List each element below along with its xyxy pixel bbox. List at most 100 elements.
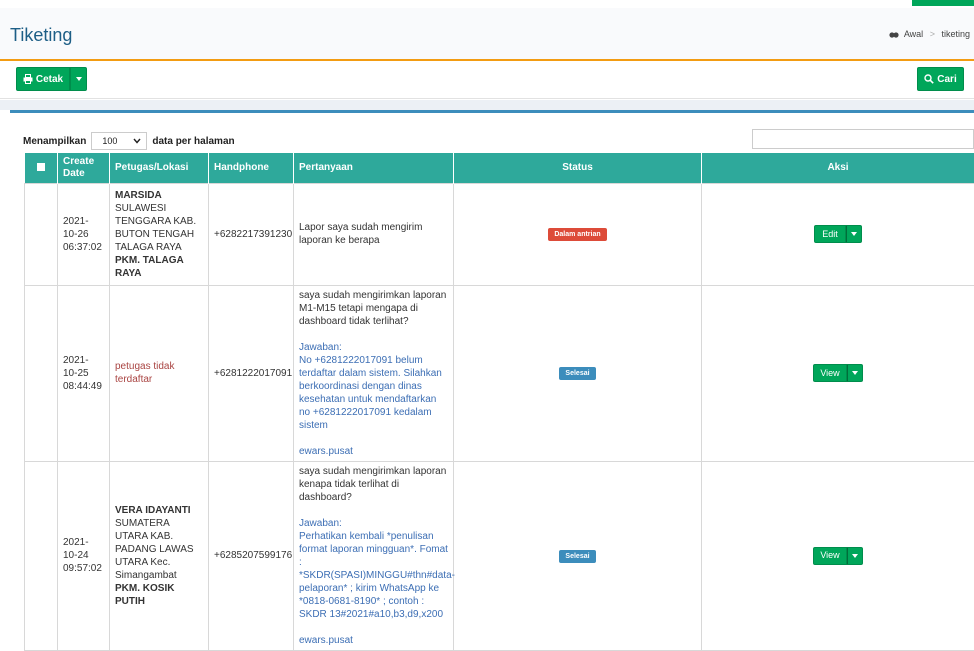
- page-length-prefix: Menampilkan: [23, 136, 86, 147]
- create-date-cell: 2021- 10-24 09:57:02: [58, 461, 110, 650]
- print-button[interactable]: Cetak: [16, 67, 70, 91]
- edit-button[interactable]: Edit: [814, 225, 846, 243]
- action-dropdown-toggle[interactable]: [846, 225, 862, 243]
- row-select-cell[interactable]: [25, 461, 58, 650]
- create-date-time: 06:37:02: [63, 242, 102, 253]
- print-icon: [23, 74, 33, 84]
- create-date-day: 10-24: [63, 550, 89, 561]
- create-date-year: 2021-: [63, 537, 89, 548]
- content-gap: [0, 100, 974, 110]
- action-button-group: View: [813, 364, 863, 382]
- print-button-label: Cetak: [36, 74, 63, 85]
- phone-cell: +6285207599176: [209, 461, 294, 650]
- row-select-cell[interactable]: [25, 183, 58, 285]
- officer-cell: petugas tidak terdaftar: [110, 285, 209, 461]
- answer-label: Jawaban:: [299, 342, 342, 353]
- create-date-time: 08:44:49: [63, 381, 102, 392]
- answered-by: ewars.pusat: [299, 446, 353, 457]
- status-cell: Selesai: [454, 461, 702, 650]
- table-header-row: Create Date Petugas/Lokasi Handphone Per…: [25, 153, 974, 183]
- action-cell: Edit: [702, 183, 974, 285]
- select-all-header: [25, 153, 58, 183]
- answer-text: No +6281222017091 belum terdaftar dalam …: [299, 355, 442, 431]
- view-button[interactable]: View: [813, 547, 847, 565]
- page-length-value: 100: [102, 136, 117, 146]
- status-cell: Dalam antrian: [454, 183, 702, 285]
- create-date-year: 2021-: [63, 216, 89, 227]
- breadcrumb: Awal > tiketing: [889, 29, 970, 39]
- create-date-time: 09:57:02: [63, 563, 102, 574]
- search-button-label: Cari: [937, 74, 956, 85]
- caret-down-icon: [852, 371, 858, 375]
- action-cell: View: [702, 285, 974, 461]
- content-header: Tiketing Awal > tiketing: [0, 8, 974, 60]
- question-cell: Lapor saya sudah mengirim laporan ke ber…: [294, 183, 454, 285]
- page-length-control: Menampilkan 100 data per halaman: [23, 132, 235, 150]
- ticket-table-box: Menampilkan 100 data per halaman Create: [10, 110, 974, 620]
- column-header-phone[interactable]: Handphone: [209, 153, 294, 183]
- question-text: saya sudah mengirimkan laporan kenapa ti…: [299, 466, 446, 503]
- question-text: saya sudah mengirimkan laporan M1-M15 te…: [299, 290, 446, 327]
- action-button-group: Edit: [814, 225, 862, 243]
- officer-location: petugas tidak terdaftar: [115, 361, 175, 385]
- ticket-table: Create Date Petugas/Lokasi Handphone Per…: [24, 153, 974, 651]
- create-date-cell: 2021- 10-25 08:44:49: [58, 285, 110, 461]
- officer-facility: PKM. TALAGA RAYA: [115, 255, 183, 279]
- column-header-status[interactable]: Status: [454, 153, 702, 183]
- column-header-officer[interactable]: Petugas/Lokasi: [110, 153, 209, 183]
- question-cell: saya sudah mengirimkan laporan kenapa ti…: [294, 461, 454, 650]
- phone-cell: +6281222017091: [209, 285, 294, 461]
- page-length-select[interactable]: 100: [91, 132, 147, 150]
- action-dropdown-toggle[interactable]: [847, 364, 863, 382]
- create-date-cell: 2021- 10-26 06:37:02: [58, 183, 110, 285]
- action-cell: View: [702, 461, 974, 650]
- action-button-group: View: [813, 547, 863, 565]
- answered-by: ewars.pusat: [299, 635, 353, 646]
- toolbar: Cetak Cari: [0, 61, 974, 99]
- answer-text: Perhatikan kembali *penulisan format lap…: [299, 531, 455, 620]
- officer-location: SUMATERA UTARA KAB. PADANG LAWAS UTARA K…: [115, 518, 194, 581]
- caret-down-icon: [851, 232, 857, 236]
- officer-location: SULAWESI TENGGARA KAB. BUTON TENGAH TALA…: [115, 203, 196, 253]
- column-header-create-date[interactable]: Create Date: [58, 153, 110, 183]
- table-row: 2021- 10-25 08:44:49 petugas tidak terda…: [25, 285, 974, 461]
- officer-cell: VERA IDAYANTI SUMATERA UTARA KAB. PADANG…: [110, 461, 209, 650]
- select-all-checkbox[interactable]: [37, 163, 45, 171]
- officer-cell: MARSIDA SULAWESI TENGGARA KAB. BUTON TEN…: [110, 183, 209, 285]
- view-button[interactable]: View: [813, 364, 847, 382]
- page-title: Tiketing: [10, 25, 72, 46]
- table-row: 2021- 10-24 09:57:02 VERA IDAYANTI SUMAT…: [25, 461, 974, 650]
- create-date-day: 10-26: [63, 229, 89, 240]
- page-length-suffix: data per halaman: [152, 136, 234, 147]
- table-row: 2021- 10-26 06:37:02 MARSIDA SULAWESI TE…: [25, 183, 974, 285]
- column-header-action[interactable]: Aksi: [702, 153, 974, 183]
- action-dropdown-toggle[interactable]: [847, 547, 863, 565]
- status-badge: Dalam antrian: [548, 228, 606, 241]
- breadcrumb-separator: >: [930, 29, 935, 39]
- status-cell: Selesai: [454, 285, 702, 461]
- caret-down-icon: [852, 554, 858, 558]
- top-bar: [0, 0, 974, 8]
- phone-cell: +6282217391230: [209, 183, 294, 285]
- create-date-day: 10-25: [63, 368, 89, 379]
- breadcrumb-home-link[interactable]: Awal: [904, 29, 923, 39]
- dashboard-icon: [889, 31, 899, 39]
- create-date-year: 2021-: [63, 355, 89, 366]
- question-cell: saya sudah mengirimkan laporan M1-M15 te…: [294, 285, 454, 461]
- print-dropdown-toggle[interactable]: [70, 67, 87, 91]
- row-select-cell[interactable]: [25, 285, 58, 461]
- officer-name: MARSIDA: [115, 190, 162, 201]
- status-badge: Selesai: [559, 367, 595, 380]
- table-search-input[interactable]: [752, 129, 974, 149]
- search-button[interactable]: Cari: [917, 67, 964, 91]
- officer-name: VERA IDAYANTI: [115, 505, 191, 516]
- status-badge: Selesai: [559, 550, 595, 563]
- answer-label: Jawaban:: [299, 518, 342, 529]
- search-icon: [924, 74, 934, 84]
- officer-facility: PKM. KOSIK PUTIH: [115, 583, 174, 607]
- breadcrumb-current: tiketing: [941, 29, 970, 39]
- chevron-down-icon: [133, 138, 141, 144]
- column-header-question[interactable]: Pertanyaan: [294, 153, 454, 183]
- user-menu-corner[interactable]: [912, 0, 974, 6]
- caret-down-icon: [76, 77, 82, 81]
